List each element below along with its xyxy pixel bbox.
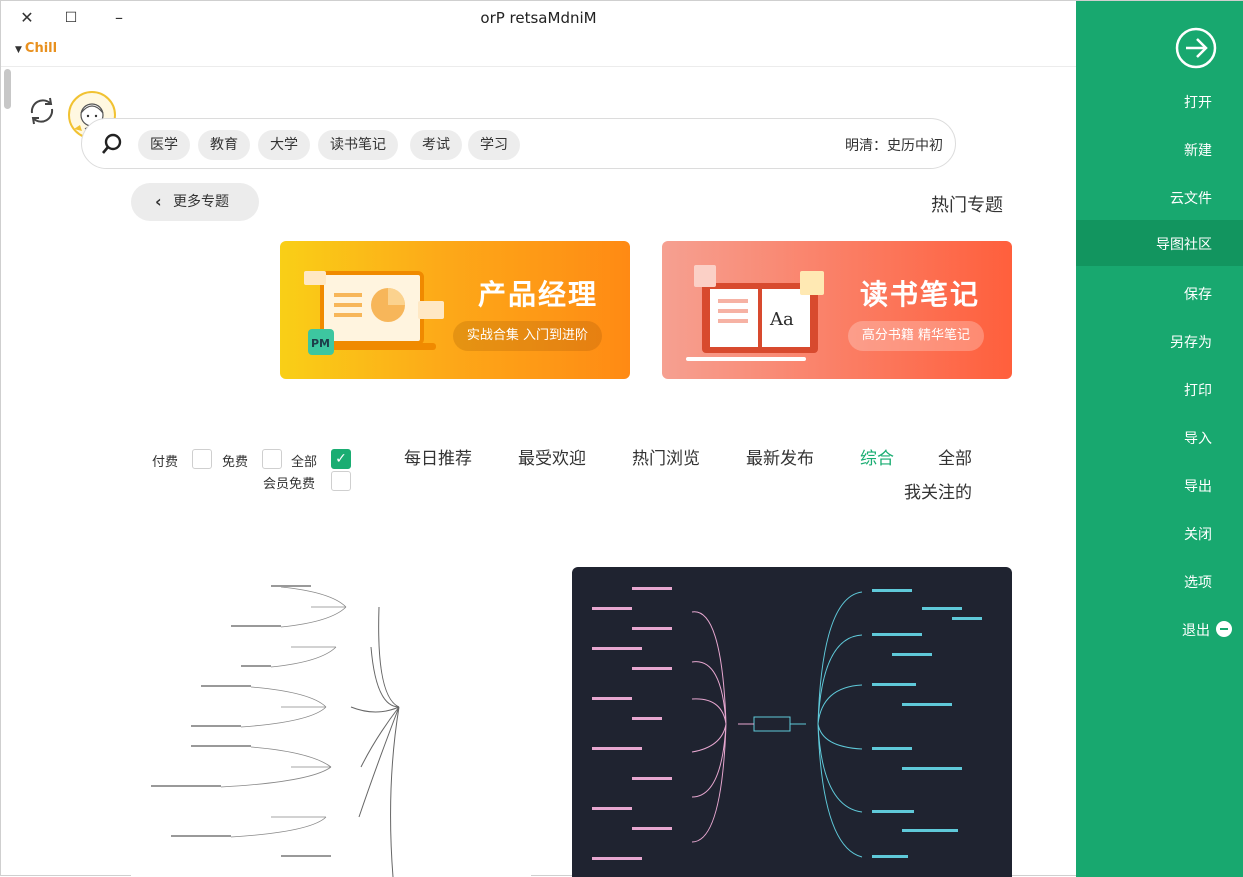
checkbox-free-label: 免费 xyxy=(222,455,249,470)
caret-down-icon: ▼ xyxy=(15,45,22,55)
svg-text:PM: PM xyxy=(311,337,330,350)
tab-hot-views[interactable]: 热门浏览 xyxy=(632,444,700,469)
sidebar-item-label: 打开 xyxy=(1184,95,1212,111)
tab-all[interactable]: 全部 xyxy=(938,444,972,469)
sidebar-item-options[interactable]: 选项 xyxy=(1076,558,1243,604)
mindmap-preview-light xyxy=(151,585,400,877)
search-tag[interactable]: 学习 xyxy=(468,130,520,160)
search-bar[interactable]: 医学 教育 大学 读书笔记 考试 学习 明清：史历中初 xyxy=(81,118,956,169)
tab-comprehensive[interactable]: 综合 xyxy=(860,444,894,469)
search-tag[interactable]: 教育 xyxy=(198,130,250,160)
sidebar-item-label: 导入 xyxy=(1184,431,1212,447)
sidebar-item-label: 打印 xyxy=(1184,383,1212,399)
search-tag[interactable]: 读书笔记 xyxy=(318,130,398,160)
chevron-left-icon: ‹ xyxy=(155,192,162,211)
search-input[interactable]: 明清：史历中初 xyxy=(845,135,943,155)
sidebar-item-import[interactable]: 导入 xyxy=(1076,414,1243,460)
app-title: MindMaster Pro xyxy=(1,9,1076,27)
more-topics-button[interactable]: ‹ 更多专题 xyxy=(131,183,259,221)
theme-selector[interactable]: ▼ Chill xyxy=(15,41,57,56)
tab-latest[interactable]: 最新发布 xyxy=(746,444,814,469)
sidebar-item-label: 另存为 xyxy=(1170,335,1212,351)
sidebar-item-label: 导出 xyxy=(1184,479,1212,495)
svg-text:Aa: Aa xyxy=(769,309,794,330)
vertical-scrollbar[interactable] xyxy=(3,67,12,875)
sidebar-item-label: 新建 xyxy=(1184,143,1212,159)
app-window: ✕ ☐ – MindMaster Pro ▼ Chill 医学 教育 大学 读书笔 xyxy=(0,0,1243,877)
checkbox-member-free-label: 会员免费 xyxy=(263,477,316,492)
mindmap-thumbnail-dark[interactable] xyxy=(572,567,1012,877)
checkbox-all[interactable]: ✓ xyxy=(331,449,351,469)
checkbox-all-label: 全部 xyxy=(291,455,318,470)
sidebar-item-community[interactable]: 导图社区 xyxy=(1076,220,1243,266)
checkbox-member-free[interactable] xyxy=(331,471,351,491)
sidebar-item-label: 云文件 xyxy=(1170,191,1212,207)
checkbox-paid[interactable] xyxy=(192,449,212,469)
sync-icon[interactable] xyxy=(26,95,58,127)
sidebar-item-open[interactable]: 打开 xyxy=(1076,78,1243,124)
hot-topics-title: 热门专题 xyxy=(931,195,1003,216)
tab-daily-picks[interactable]: 每日推荐 xyxy=(404,444,472,469)
file-sidebar: 打开 新建 云文件 导图社区 保存 另存为 打印 导入 导出 关闭 选项 退出 xyxy=(1076,1,1243,877)
sidebar-item-label: 退出 xyxy=(1182,623,1210,639)
exit-icon xyxy=(1216,621,1232,637)
search-tag[interactable]: 医学 xyxy=(138,130,190,160)
back-arrow-icon[interactable] xyxy=(1174,26,1218,70)
title-bar: ✕ ☐ – MindMaster Pro xyxy=(1,1,1076,37)
tab-most-popular[interactable]: 最受欢迎 xyxy=(518,444,586,469)
book-illustration-icon: Aa xyxy=(686,265,824,361)
more-topics-label: 更多专题 xyxy=(173,194,229,210)
sidebar-item-new[interactable]: 新建 xyxy=(1076,126,1243,172)
checkbox-free[interactable] xyxy=(262,449,282,469)
sidebar-item-label: 导图社区 xyxy=(1156,237,1212,253)
sidebar-item-exit[interactable]: 退出 xyxy=(1076,606,1243,652)
sidebar-item-save-as[interactable]: 另存为 xyxy=(1076,318,1243,364)
theme-label: Chill xyxy=(24,41,58,56)
sidebar-item-label: 关闭 xyxy=(1184,527,1212,543)
sidebar-item-print[interactable]: 打印 xyxy=(1076,366,1243,412)
search-icon[interactable] xyxy=(100,132,124,156)
sidebar-item-close[interactable]: 关闭 xyxy=(1076,510,1243,556)
banner-product-manager[interactable]: PM 产品经理 实战合集 入门到进阶 xyxy=(280,241,630,379)
sidebar-item-label: 保存 xyxy=(1184,287,1212,303)
sidebar-item-export[interactable]: 导出 xyxy=(1076,462,1243,508)
search-tag[interactable]: 考试 xyxy=(410,130,462,160)
mindmap-thumbnail-light[interactable] xyxy=(131,567,531,877)
checkbox-paid-label: 付费 xyxy=(152,455,179,470)
sidebar-item-save[interactable]: 保存 xyxy=(1076,270,1243,316)
tab-following[interactable]: 我关注的 xyxy=(904,478,972,503)
sidebar-item-label: 选项 xyxy=(1184,575,1212,591)
scrollbar-thumb[interactable] xyxy=(4,69,11,109)
sidebar-item-cloud-files[interactable]: 云文件 xyxy=(1076,174,1243,220)
banner-reading-notes[interactable]: Aa 读书笔记 高分书籍 精华笔记 xyxy=(662,241,1012,379)
mindmap-preview-dark xyxy=(592,587,982,860)
laptop-illustration-icon: PM xyxy=(304,271,444,355)
search-tag[interactable]: 大学 xyxy=(258,130,310,160)
banner-title: 读书笔记 xyxy=(859,278,980,311)
banner-title: 产品经理 xyxy=(477,278,598,311)
header-divider xyxy=(1,66,1076,67)
app-title-text: MindMaster Pro xyxy=(480,9,597,27)
banner-subtitle: 高分书籍 精华笔记 xyxy=(847,321,984,351)
banner-subtitle: 实战合集 入门到进阶 xyxy=(452,321,602,351)
